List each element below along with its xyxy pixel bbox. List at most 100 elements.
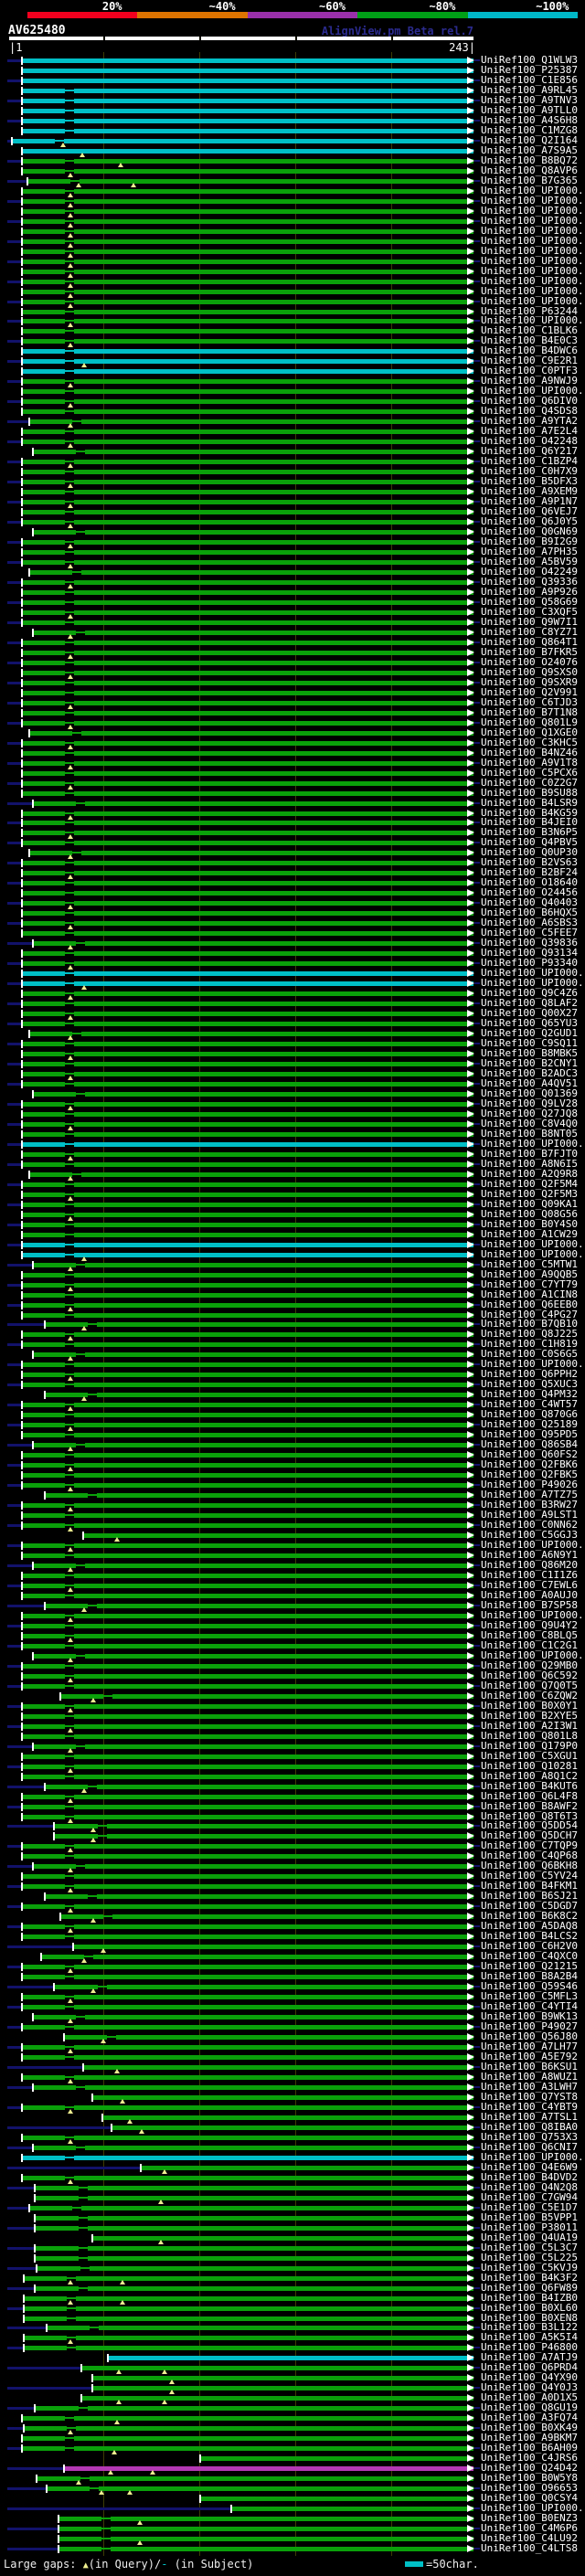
hit-bar (22, 1774, 65, 1779)
gap-triangle-icon (68, 483, 74, 489)
hit-bar (76, 451, 86, 453)
lead-line (7, 2105, 21, 2109)
end-arrow-icon (467, 418, 474, 426)
gap-triangle-icon (68, 1195, 74, 1201)
hit-bar (76, 2085, 86, 2088)
hit-bar (22, 1433, 65, 1438)
hit-bar (64, 219, 74, 222)
hit-bar (22, 2005, 65, 2010)
end-arrow-icon (467, 2334, 474, 2342)
hit-bar (64, 610, 74, 613)
end-arrow-icon (467, 398, 474, 406)
hit-bar (78, 2186, 88, 2189)
hit-bar (24, 2275, 67, 2281)
end-arrow-icon (467, 1240, 474, 1248)
hit-bar (30, 569, 73, 575)
gap-triangle-icon (68, 1657, 74, 1662)
hit-bar (73, 379, 473, 385)
hit-bar (64, 1996, 74, 1998)
end-arrow-icon (467, 408, 474, 416)
hit-bar (110, 2517, 473, 2522)
end-arrow-icon (467, 1581, 474, 1589)
hit-bar (73, 1433, 473, 1438)
label-connector (474, 1624, 480, 1627)
hit-bar (75, 2295, 473, 2301)
gap-triangle-icon (68, 744, 74, 749)
gap-triangle-icon (68, 1376, 74, 1382)
hit-bar (66, 2337, 76, 2339)
hit-bar (64, 1283, 74, 1286)
scale-legend-text: =50char. (426, 2558, 479, 2571)
label-connector (474, 2066, 480, 2068)
end-arrow-icon (467, 1451, 474, 1459)
end-arrow-icon (467, 257, 474, 265)
hit-bar (64, 2056, 74, 2059)
hit-bar (22, 1935, 65, 1940)
hit-bar (73, 329, 473, 334)
hit-bar (22, 1453, 65, 1458)
hit-bar (76, 2146, 86, 2148)
end-arrow-icon (467, 347, 474, 355)
end-arrow-icon (467, 1832, 474, 1840)
label-connector (474, 1424, 480, 1426)
hit-bar (85, 1091, 473, 1097)
hit-bar (22, 1292, 65, 1298)
hit-bar (22, 1965, 65, 1970)
hit-bar (76, 1444, 86, 1447)
label-connector (474, 179, 480, 182)
hit-bar (24, 2346, 67, 2351)
label-connector (474, 842, 480, 844)
end-arrow-icon (467, 1230, 474, 1238)
hit-bar (73, 1342, 473, 1348)
hit-bar (102, 1915, 112, 1918)
hit-bar (22, 88, 65, 93)
hit-bar (66, 2276, 76, 2279)
hit-bar (73, 2175, 473, 2180)
end-arrow-icon (467, 1752, 474, 1760)
hit-bar (22, 560, 65, 565)
hit-bar (64, 822, 74, 824)
hit-bar (22, 1683, 65, 1689)
hit-bar (22, 1593, 65, 1598)
hit-bar (73, 1413, 473, 1418)
hit-bar (22, 1904, 65, 1910)
end-arrow-icon (467, 2043, 474, 2051)
lead-line (7, 2085, 33, 2089)
gap-triangle-icon (68, 192, 74, 197)
end-arrow-icon (467, 2515, 474, 2523)
end-arrow-icon (467, 899, 474, 907)
hit-bar (22, 1222, 65, 1227)
hit-bar (64, 561, 74, 563)
hit-bar (85, 2084, 473, 2090)
query-id: AV625480 (8, 24, 66, 37)
label-connector (474, 1203, 480, 1205)
end-arrow-icon (467, 1532, 474, 1540)
lead-line (7, 1744, 33, 1748)
lead-line (7, 1544, 21, 1548)
hit-bar (64, 390, 74, 393)
gap-triangle-icon (112, 2450, 118, 2455)
end-arrow-icon (467, 1501, 474, 1510)
end-arrow-icon (467, 1351, 474, 1359)
end-arrow-icon (467, 1732, 474, 1740)
end-arrow-icon (467, 1411, 474, 1419)
label-connector (474, 1023, 480, 1025)
hit-bar (73, 1754, 473, 1759)
hit-bar (93, 2386, 473, 2391)
hit-label[interactable]: UniRef100_C4LTS8 (481, 2543, 578, 2554)
hit-bar (22, 259, 65, 264)
hit-bar (80, 2477, 90, 2480)
hit-bar (64, 138, 473, 143)
end-arrow-icon (467, 1079, 474, 1087)
hit-bar (34, 800, 77, 806)
end-arrow-icon (467, 1250, 474, 1258)
hit-bar (22, 1111, 65, 1117)
gap-triangle-icon (68, 1677, 74, 1682)
hit-bar (22, 208, 65, 214)
end-arrow-icon (467, 658, 474, 666)
end-arrow-icon (467, 2173, 474, 2181)
lead-line (7, 1263, 33, 1267)
label-connector (474, 380, 480, 383)
hit-bar (97, 1894, 473, 1900)
hit-bar (41, 1955, 84, 1960)
